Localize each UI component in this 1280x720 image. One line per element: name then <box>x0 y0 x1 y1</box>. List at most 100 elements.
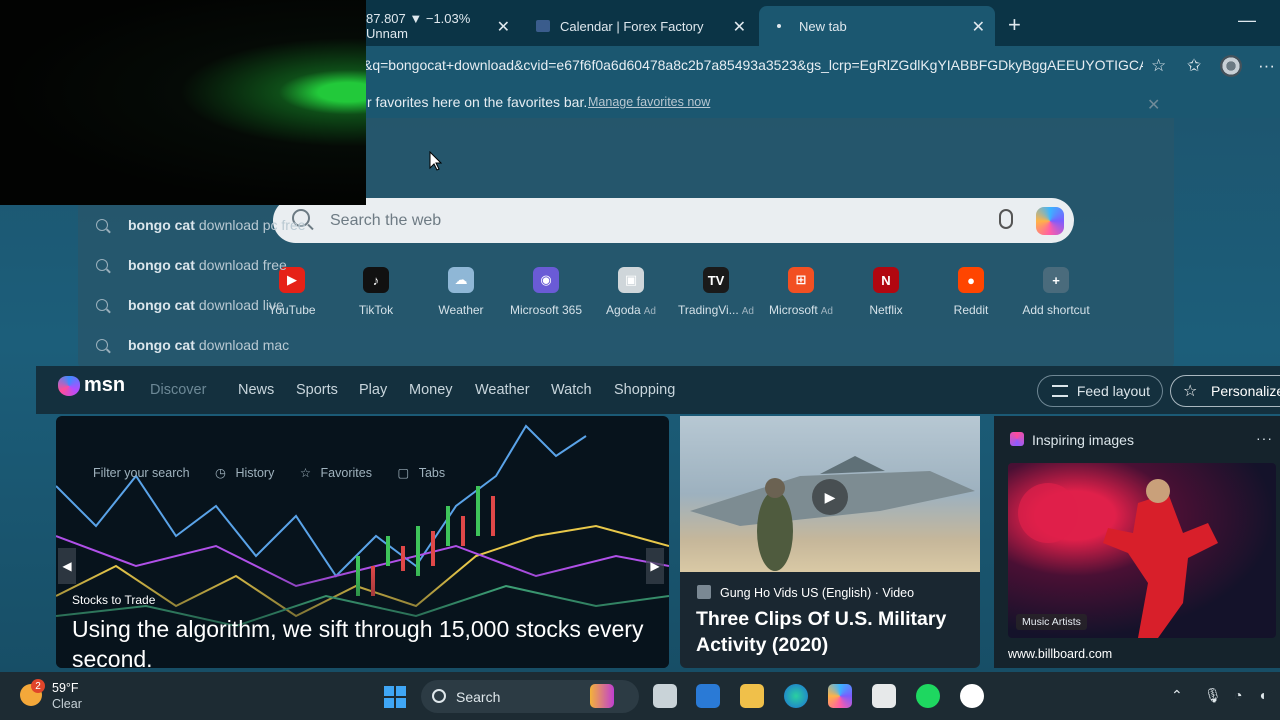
volume-icon[interactable]: ◖ <box>1258 687 1266 703</box>
history-icon: ◷ <box>215 466 226 480</box>
nav-play[interactable]: Play <box>359 382 387 398</box>
weather-temperature[interactable]: 59°F <box>52 681 79 695</box>
weather-condition[interactable]: Clear <box>52 697 82 711</box>
mouse-cursor-icon <box>429 150 443 176</box>
sliders-icon <box>1052 385 1068 397</box>
filter-search-input[interactable]: Filter your search <box>93 466 190 480</box>
nav-shopping[interactable]: Shopping <box>614 382 675 398</box>
shortcut-weather[interactable]: ☁ Weather <box>416 264 506 317</box>
suggestion-item[interactable]: bongo cat download mac <box>96 335 289 355</box>
more-icon[interactable]: ··· <box>1258 56 1275 76</box>
new-tab-button[interactable]: + <box>1008 12 1021 38</box>
shortcut-label: Reddit <box>953 303 989 317</box>
source-icon <box>697 585 711 599</box>
suggestion-item[interactable]: bongo cat download pc free <box>96 215 306 235</box>
minimize-button[interactable]: — <box>1238 10 1256 31</box>
shortcut-reddit[interactable]: ● Reddit <box>926 264 1016 317</box>
star-icon[interactable]: ☆ <box>1151 56 1166 76</box>
history-filter[interactable]: History <box>235 466 274 480</box>
suggestion-item[interactable]: bongo cat download free <box>96 255 287 275</box>
file-explorer-icon[interactable] <box>740 684 764 708</box>
msn-logo[interactable]: msn <box>84 374 125 397</box>
spotify-icon[interactable] <box>916 684 940 708</box>
inspiring-images-icon <box>1010 432 1024 446</box>
netflix-icon: N <box>873 267 899 293</box>
weather-icon: ☁ <box>448 267 474 293</box>
wifi-icon[interactable]: ◔ <box>1234 687 1242 703</box>
copilot-icon[interactable] <box>1036 207 1064 235</box>
microphone-icon[interactable]: 🎙 <box>1204 687 1222 704</box>
shortcut-label: Netflix <box>869 303 903 317</box>
manage-favorites-link[interactable]: Manage favorites now <box>588 95 710 109</box>
more-options-icon[interactable]: ··· <box>1256 430 1273 446</box>
msn-logo-icon <box>58 376 80 396</box>
tab-unnamed[interactable]: 87.807 ▼ −1.03% Unnam ✕ <box>356 6 520 46</box>
close-icon[interactable]: ✕ <box>1147 95 1160 115</box>
nav-money[interactable]: Money <box>409 382 453 398</box>
shortcut-label: Add shortcut <box>1022 303 1090 317</box>
tabs-filter[interactable]: Tabs <box>419 466 445 480</box>
profile-avatar[interactable] <box>1220 55 1242 77</box>
star-icon: ☆ <box>1183 383 1198 400</box>
nav-sports[interactable]: Sports <box>296 382 338 398</box>
weather-badge: 2 <box>31 679 45 693</box>
nav-discover[interactable]: Discover <box>150 382 206 398</box>
shortcut-netflix[interactable]: N Netflix <box>841 264 931 317</box>
outlook-icon[interactable] <box>696 684 720 708</box>
tab-label: New tab <box>799 18 847 34</box>
search-highlight-icon <box>590 684 614 708</box>
chevron-up-icon[interactable]: ⌃ <box>1171 687 1183 704</box>
close-tab-icon[interactable]: ✕ <box>972 17 985 37</box>
shortcut-add[interactable]: + Add shortcut <box>1011 264 1101 317</box>
task-view-icon[interactable] <box>653 684 677 708</box>
close-tab-icon[interactable]: ✕ <box>497 17 510 37</box>
add-icon: + <box>1043 267 1069 293</box>
shortcut-label: Agoda <box>606 303 641 317</box>
calendar-icon <box>536 20 550 32</box>
microsoft-365-icon: ◉ <box>533 267 559 293</box>
shortcut-tradingview[interactable]: TV TradingVi... Ad <box>671 264 761 317</box>
ad-label: Ad <box>741 306 754 317</box>
copilot-icon[interactable] <box>828 684 852 708</box>
microphone-icon[interactable] <box>999 209 1013 229</box>
address-input[interactable]: &q=bongocat+download&cvid=e67f6f0a6d6047… <box>363 57 1143 73</box>
shortcut-microsoft-365[interactable]: ◉ Microsoft 365 <box>501 264 591 317</box>
carousel-next-button[interactable]: ▶ <box>646 548 664 584</box>
carousel-prev-button[interactable]: ◀ <box>58 548 76 584</box>
shortcut-label: TradingVi... <box>678 303 739 317</box>
edge-icon[interactable] <box>784 684 808 708</box>
suggestion-completion: download free <box>198 257 287 273</box>
personalize-button[interactable]: ☆ Personalize <box>1170 375 1280 407</box>
store-icon[interactable] <box>872 684 896 708</box>
search-icon <box>96 259 108 271</box>
taskbar <box>0 672 1280 720</box>
chatgpt-icon[interactable] <box>960 684 984 708</box>
microsoft-icon: ⊞ <box>788 267 814 293</box>
personalize-label: Personalize <box>1211 383 1280 399</box>
favorites-filter[interactable]: Favorites <box>321 466 372 480</box>
taskbar-search-label[interactable]: Search <box>456 689 500 705</box>
suggestion-query: bongo cat <box>128 257 195 273</box>
nav-news[interactable]: News <box>238 382 274 398</box>
nav-weather[interactable]: Weather <box>475 382 530 398</box>
video-title[interactable]: Three Clips Of U.S. Military Activity (2… <box>696 606 976 658</box>
tab-new-tab[interactable]: New tab ✕ <box>759 6 995 46</box>
close-tab-icon[interactable]: ✕ <box>733 17 746 37</box>
shortcut-agoda[interactable]: ▣ Agoda Ad <box>586 264 676 317</box>
suggestion-item[interactable]: bongo cat download live <box>96 295 284 315</box>
ad-label: Ad <box>820 306 833 317</box>
search-placeholder[interactable]: Search the web <box>330 212 441 230</box>
article-title[interactable]: Using the algorithm, we sift through 15,… <box>72 614 662 674</box>
nav-watch[interactable]: Watch <box>551 382 592 398</box>
concert-image <box>1008 463 1276 638</box>
shortcut-microsoft[interactable]: ⊞ Microsoft Ad <box>756 264 846 317</box>
shortcut-tiktok[interactable]: ♪ TikTok <box>331 264 421 317</box>
source-link[interactable]: www.billboard.com <box>1008 647 1112 661</box>
play-icon[interactable]: ▶ <box>812 479 848 515</box>
shortcut-label: TikTok <box>358 303 394 317</box>
start-button[interactable] <box>384 686 406 708</box>
favorites-icon[interactable]: ✩ <box>1187 56 1201 76</box>
tab-forex-factory[interactable]: Calendar | Forex Factory ✕ <box>520 6 756 46</box>
shortcut-label: Microsoft <box>769 303 818 317</box>
feed-layout-button[interactable]: Feed layout <box>1037 375 1163 407</box>
